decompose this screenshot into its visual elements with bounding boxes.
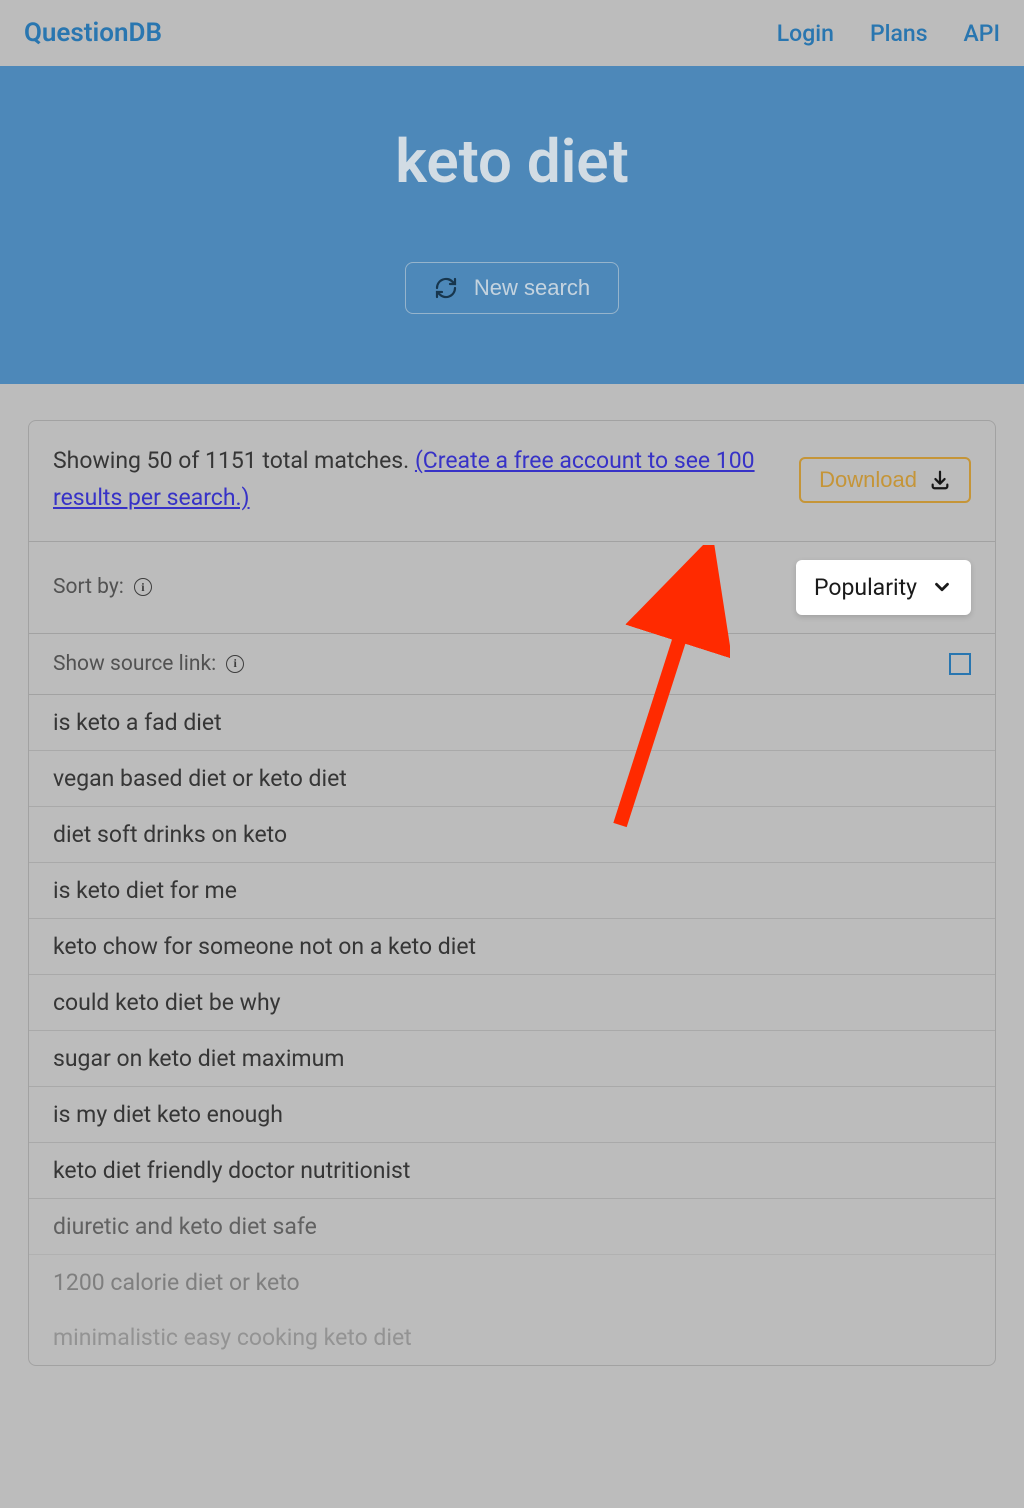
summary-prefix: Showing 50 of 1151 total matches. bbox=[53, 447, 415, 474]
hero: keto diet New search bbox=[0, 66, 1024, 384]
nav-links: Login Plans API bbox=[777, 20, 1000, 47]
summary-text: Showing 50 of 1151 total matches. (Creat… bbox=[53, 443, 779, 517]
logo[interactable]: QuestionDB bbox=[24, 18, 162, 48]
new-search-button[interactable]: New search bbox=[405, 262, 619, 314]
result-item[interactable]: minimalistic easy cooking keto diet bbox=[29, 1310, 995, 1365]
content: Showing 50 of 1151 total matches. (Creat… bbox=[0, 384, 1024, 1366]
source-label-wrap: Show source link: i bbox=[53, 652, 244, 676]
result-item[interactable]: vegan based diet or keto diet bbox=[29, 751, 995, 807]
result-item[interactable]: sugar on keto diet maximum bbox=[29, 1031, 995, 1087]
nav-login[interactable]: Login bbox=[777, 20, 834, 47]
results-list: is keto a fad diet vegan based diet or k… bbox=[29, 694, 995, 1365]
nav-api[interactable]: API bbox=[964, 20, 1000, 47]
chevron-down-icon bbox=[931, 576, 953, 598]
source-label: Show source link: bbox=[53, 652, 216, 676]
result-item[interactable]: could keto diet be why bbox=[29, 975, 995, 1031]
result-item[interactable]: keto chow for someone not on a keto diet bbox=[29, 919, 995, 975]
result-item[interactable]: is keto diet for me bbox=[29, 863, 995, 919]
sort-label-wrap: Sort by: i bbox=[53, 575, 152, 599]
result-item[interactable]: is my diet keto enough bbox=[29, 1087, 995, 1143]
result-item[interactable]: diuretic and keto diet safe bbox=[29, 1199, 995, 1255]
result-item[interactable]: 1200 calorie diet or keto bbox=[29, 1255, 995, 1310]
info-icon[interactable]: i bbox=[226, 655, 244, 673]
results-card: Showing 50 of 1151 total matches. (Creat… bbox=[28, 420, 996, 1366]
header: QuestionDB Login Plans API bbox=[0, 0, 1024, 66]
download-icon bbox=[929, 469, 951, 491]
download-button[interactable]: Download bbox=[799, 457, 971, 503]
summary-row: Showing 50 of 1151 total matches. (Creat… bbox=[29, 421, 995, 541]
search-term-title: keto diet bbox=[0, 126, 1024, 197]
source-row: Show source link: i bbox=[29, 633, 995, 694]
sort-selected: Popularity bbox=[814, 574, 917, 601]
nav-plans[interactable]: Plans bbox=[870, 20, 928, 47]
sort-row: Sort by: i Popularity bbox=[29, 541, 995, 633]
source-checkbox[interactable] bbox=[949, 653, 971, 675]
result-item[interactable]: keto diet friendly doctor nutritionist bbox=[29, 1143, 995, 1199]
sort-label: Sort by: bbox=[53, 575, 124, 599]
sort-dropdown[interactable]: Popularity bbox=[796, 560, 971, 615]
refresh-icon bbox=[434, 276, 458, 300]
new-search-label: New search bbox=[474, 275, 590, 301]
result-item[interactable]: diet soft drinks on keto bbox=[29, 807, 995, 863]
download-label: Download bbox=[819, 467, 917, 493]
result-item[interactable]: is keto a fad diet bbox=[29, 695, 995, 751]
info-icon[interactable]: i bbox=[134, 578, 152, 596]
